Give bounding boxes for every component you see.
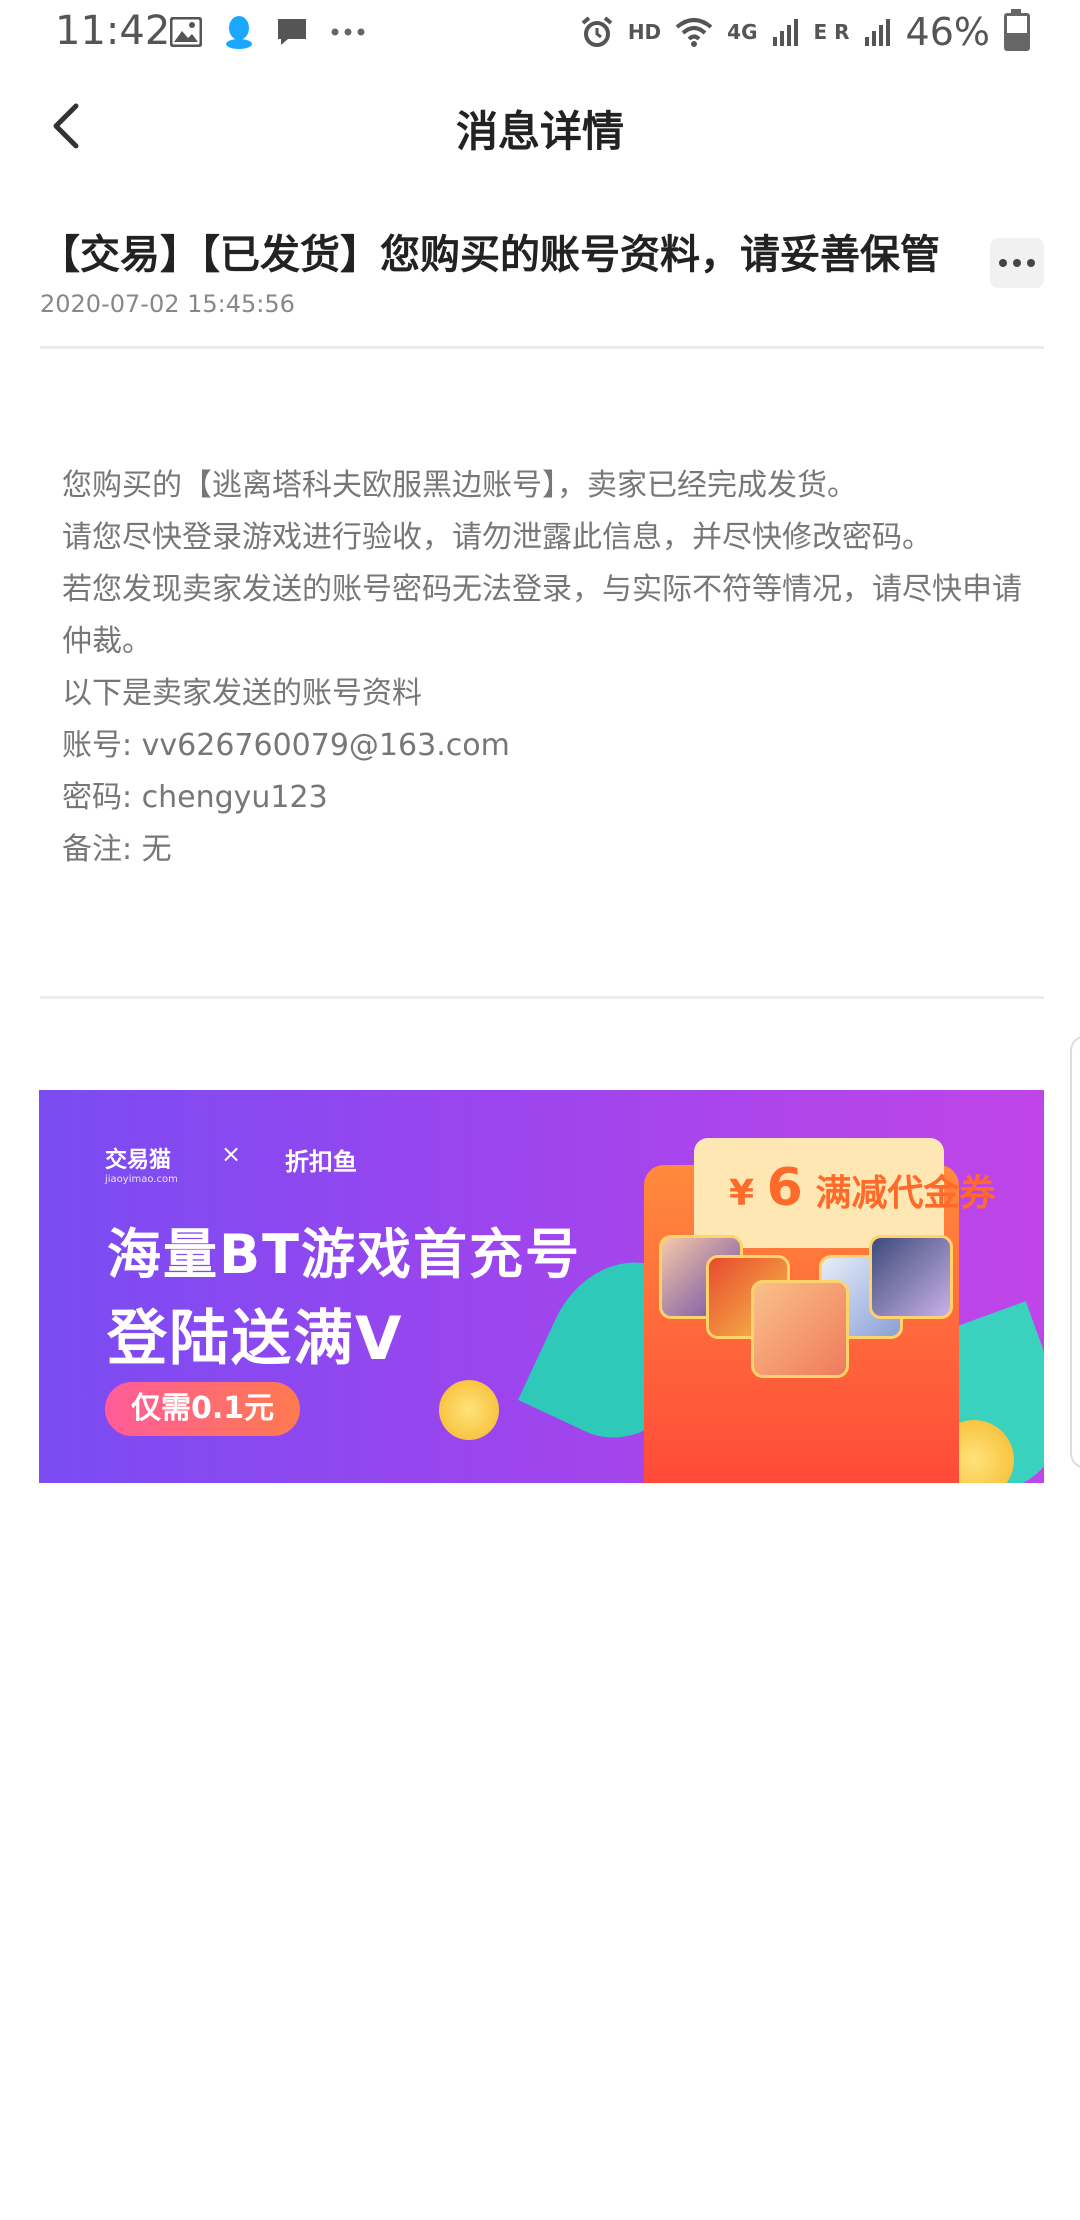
- coupon-text: ¥ 6 满减代金券: [729, 1158, 995, 1218]
- cross-mark: ×: [221, 1140, 242, 1168]
- promo-banner[interactable]: 交易猫 jiaoyimao.com × 折扣鱼 海量BT游戏首充号 登陆送满V …: [39, 1090, 1044, 1483]
- body-line: 以下是卖家发送的账号资料: [62, 676, 422, 711]
- edge-panel-handle[interactable]: [1070, 1035, 1080, 1469]
- message-icon: [278, 19, 306, 45]
- status-time: 11:42: [55, 8, 171, 54]
- divider-bottom: [40, 996, 1044, 999]
- alarm-icon: [581, 16, 613, 47]
- coupon-label: 满减代金券: [815, 1173, 996, 1214]
- header: 消息详情: [0, 80, 1080, 170]
- 4g-signal-icon: 4G: [727, 20, 758, 44]
- note-line: 备注: 无: [62, 832, 172, 867]
- price-pill: 仅需0.1元: [105, 1382, 301, 1436]
- more-options-button[interactable]: [990, 238, 1044, 288]
- more-dots-icon: [331, 28, 365, 36]
- status-bar: 11:42 HD 4G E R 46%: [0, 0, 1080, 70]
- hd-icon: HD: [627, 20, 662, 44]
- qq-icon: [226, 16, 252, 49]
- gallery-icon: [170, 17, 202, 47]
- account-line: 账号: vv626760079@163.com: [62, 728, 510, 763]
- jiaoyimao-logo: 交易猫 jiaoyimao.com: [105, 1142, 178, 1185]
- logo1-text: 交易猫: [105, 1148, 172, 1173]
- coupon-currency: ¥: [729, 1173, 755, 1214]
- message-body: 您购买的【逃离塔科夫欧服黑边账号】，卖家已经完成发货。 请您尽快登录游戏进行验收…: [62, 460, 1032, 876]
- logo1-subtext: jiaoyimao.com: [105, 1174, 178, 1185]
- banner-headline-2: 登陆送满V: [107, 1304, 404, 1374]
- status-right-icons: HD 4G E R 46%: [580, 9, 1030, 54]
- body-line: 请您尽快登录游戏进行验收，请勿泄露此信息，并尽快修改密码。: [62, 520, 932, 555]
- signal-icon: [772, 19, 798, 46]
- battery-icon: [1004, 9, 1030, 51]
- signal2-label: E R: [813, 20, 850, 44]
- page-title: 消息详情: [455, 107, 624, 156]
- zhekouyu-logo: 折扣鱼: [285, 1148, 357, 1176]
- message-time: 2020-07-02 15:45:56: [40, 290, 295, 318]
- wifi-icon: [675, 18, 713, 47]
- divider-top: [40, 346, 1044, 349]
- password-line: 密码: chengyu123: [62, 780, 328, 815]
- coin-decoration: [439, 1380, 499, 1440]
- more-dots-icon: [999, 259, 1035, 267]
- coupon-amount: 6: [766, 1158, 803, 1218]
- battery-percent: 46%: [905, 10, 990, 54]
- body-line: 仲裁。: [62, 624, 152, 659]
- body-line: 若您发现卖家发送的账号密码无法登录，与实际不符等情况，请尽快申请: [62, 572, 1022, 607]
- game-icon-5: [751, 1280, 849, 1378]
- banner-headline-1: 海量BT游戏首充号: [107, 1223, 581, 1286]
- body-line: 您购买的【逃离塔科夫欧服黑边账号】，卖家已经完成发货。: [62, 468, 857, 503]
- game-icon-4: [869, 1235, 953, 1319]
- status-left-icons: [170, 14, 366, 50]
- message-title: 【交易】【已发货】您购买的账号资料，请妥善保管: [40, 232, 940, 278]
- signal2-icon: [864, 19, 890, 46]
